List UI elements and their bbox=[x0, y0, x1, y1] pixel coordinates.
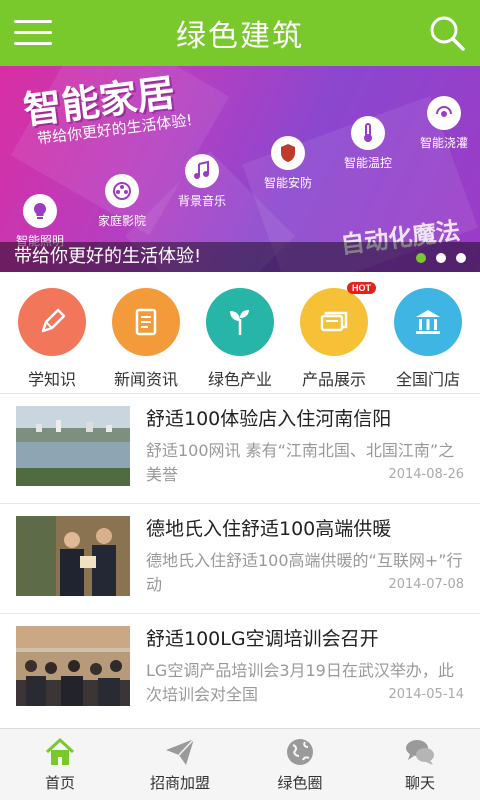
category-label: 全国门店 bbox=[395, 370, 460, 389]
paper-plane-icon bbox=[166, 738, 195, 765]
news-item[interactable]: 舒适100体验店入住河南信阳 舒适100网讯 素有“江南北国、北国江南”之美誉 … bbox=[0, 393, 480, 503]
tab-chat[interactable]: 聊天 bbox=[360, 729, 480, 800]
category-label: 学知识 bbox=[27, 370, 76, 389]
category-news[interactable]: 新闻资讯 bbox=[100, 282, 192, 390]
category-label: 绿色产业 bbox=[207, 370, 272, 389]
feature-home-theater: 家庭影院 bbox=[82, 174, 162, 229]
app-title: 绿色建筑 bbox=[176, 19, 304, 54]
sprinkler-icon bbox=[427, 96, 461, 130]
tab-label: 绿色圈 bbox=[277, 774, 323, 792]
thermometer-icon bbox=[351, 116, 385, 150]
film-reel-icon bbox=[105, 174, 139, 208]
shield-icon bbox=[271, 136, 305, 170]
hot-badge: HOT bbox=[347, 282, 376, 294]
category-icon-circle bbox=[394, 288, 462, 356]
news-thumbnail-two-men bbox=[16, 516, 130, 596]
tab-label: 招商加盟 bbox=[149, 774, 210, 792]
music-note-icon bbox=[185, 154, 219, 188]
category-icon-circle: HOT bbox=[300, 282, 376, 356]
tab-home[interactable]: 首页 bbox=[0, 729, 120, 800]
app-screen: 绿色建筑 智能家居 带给你更好的生活体验! 智能照明 家庭影院 背景音乐 智能安… bbox=[0, 0, 480, 800]
feature-label: 家庭影院 bbox=[97, 214, 146, 228]
carousel-dots bbox=[416, 253, 466, 263]
category-icon-circle bbox=[112, 288, 180, 356]
category-label: 新闻资讯 bbox=[113, 370, 178, 389]
promo-banner[interactable]: 智能家居 带给你更好的生活体验! 智能照明 家庭影院 背景音乐 智能安防 智能温… bbox=[0, 66, 480, 272]
feature-label: 智能安防 bbox=[263, 176, 312, 190]
pen-icon bbox=[41, 308, 66, 333]
category-icon-circle bbox=[206, 288, 274, 356]
banner-caption: 带给你更好的生活体验! bbox=[0, 242, 480, 272]
feature-label: 背景音乐 bbox=[177, 194, 226, 208]
feature-label: 智能温控 bbox=[343, 156, 392, 170]
feature-irrigation: 智能浇灌 bbox=[404, 96, 480, 151]
category-grid: 学知识 新闻资讯 绿色产业 HOT 产品展示 全国门店 bbox=[0, 282, 480, 390]
news-date: 2014-05-14 bbox=[382, 687, 464, 702]
home-icon bbox=[45, 738, 75, 765]
menu-icon-line bbox=[14, 42, 52, 45]
bank-icon bbox=[416, 310, 440, 334]
top-bar: 绿色建筑 bbox=[0, 0, 480, 66]
sprout-icon bbox=[230, 310, 249, 335]
tab-franchise[interactable]: 招商加盟 bbox=[120, 729, 240, 800]
feature-security: 智能安防 bbox=[248, 136, 328, 191]
category-products[interactable]: HOT 产品展示 bbox=[288, 282, 380, 390]
news-thumbnail-conference bbox=[16, 626, 130, 706]
menu-button[interactable] bbox=[14, 18, 52, 48]
category-stores[interactable]: 全国门店 bbox=[382, 282, 474, 390]
news-list: 舒适100体验店入住河南信阳 舒适100网讯 素有“江南北国、北国江南”之美誉 … bbox=[0, 393, 480, 723]
news-title: 舒适100体验店入住河南信阳 bbox=[146, 408, 392, 430]
feature-label: 智能浇灌 bbox=[419, 136, 468, 150]
search-icon bbox=[430, 16, 465, 51]
feature-lighting: 智能照明 bbox=[0, 194, 80, 249]
feature-thermostat: 智能温控 bbox=[328, 116, 408, 171]
carousel-dot[interactable] bbox=[416, 253, 426, 263]
news-date: 2014-08-26 bbox=[382, 467, 464, 482]
category-green-industry[interactable]: 绿色产业 bbox=[194, 282, 286, 390]
feature-background-music: 背景音乐 bbox=[162, 154, 242, 209]
tab-label: 首页 bbox=[44, 774, 75, 792]
menu-icon-line bbox=[14, 20, 52, 23]
lightbulb-icon bbox=[23, 194, 57, 228]
bottom-tab-bar: 首页 招商加盟 绿色圈 聊天 bbox=[0, 728, 480, 800]
chat-bubbles-icon bbox=[406, 740, 434, 765]
category-label: 产品展示 bbox=[301, 370, 366, 389]
news-item[interactable]: 德地氏入住舒适100高端供暖 德地氏入住舒适100高端供暖的“互联网+”行动 2… bbox=[0, 503, 480, 613]
tab-label: 聊天 bbox=[404, 774, 435, 792]
menu-icon-line bbox=[14, 31, 52, 34]
news-date: 2014-07-08 bbox=[382, 577, 464, 592]
news-title: 舒适100LG空调培训会召开 bbox=[146, 628, 379, 650]
news-thumbnail-lake-city bbox=[16, 406, 130, 486]
category-learn[interactable]: 学知识 bbox=[6, 282, 98, 390]
news-title: 德地氏入住舒适100高端供暖 bbox=[146, 518, 392, 540]
document-icon bbox=[135, 308, 157, 336]
search-button[interactable] bbox=[428, 14, 466, 52]
news-item[interactable]: 舒适100LG空调培训会召开 LG空调产品培训会3月19日在武汉举办，此次培训会… bbox=[0, 613, 480, 723]
category-icon-circle bbox=[18, 288, 86, 356]
carousel-dot[interactable] bbox=[436, 253, 446, 263]
carousel-dot[interactable] bbox=[456, 253, 466, 263]
cards-icon bbox=[320, 311, 348, 332]
globe-icon bbox=[287, 739, 313, 765]
tab-green-circle[interactable]: 绿色圈 bbox=[240, 729, 360, 800]
